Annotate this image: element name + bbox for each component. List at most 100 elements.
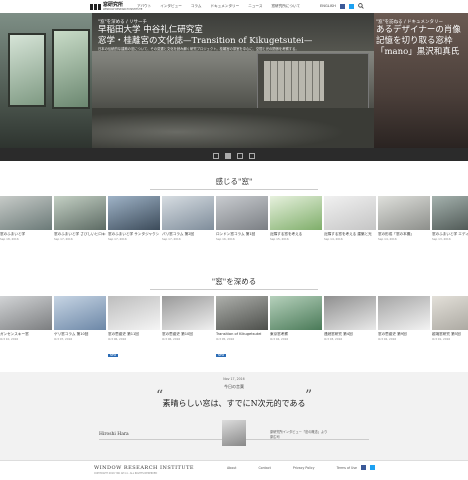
- article-thumbnail[interactable]: [216, 196, 268, 230]
- hero-slide-prev[interactable]: [0, 13, 92, 148]
- article-date: Oct 03, 2016: [324, 337, 343, 341]
- quote-source-line2: 原広司: [270, 435, 280, 439]
- hero-title-line1[interactable]: 早稲田大学 中谷礼仁研究室: [98, 25, 328, 36]
- quote-of-the-day: Nov 17, 2016 今日の言葉 “ 素晴らしい窓は、すでにN次元的である …: [0, 372, 468, 460]
- article-date: Oct 06, 2016: [162, 337, 181, 341]
- hero-slider[interactable]: "窓"を深める / リサーチ 早稲田大学 中谷礼仁研究室 窓学・桂離宮の文化誌—…: [0, 13, 468, 161]
- section-title-feel: 感じる"窓": [215, 177, 253, 186]
- footer-link-about[interactable]: About: [227, 466, 236, 470]
- article-thumbnail[interactable]: [324, 296, 376, 330]
- article-thumbnail[interactable]: [378, 196, 430, 230]
- close-quote-icon: ”: [305, 388, 313, 404]
- article-card[interactable]: Transition of Kikugetsutei Oct 05, 2016 NE…: [216, 296, 268, 360]
- card-row-feel: 窓のふまいと学Sep 18, 2016窓のふまいと学 さびしいヒロキの窓Sep …: [0, 196, 468, 241]
- slide-dot[interactable]: [225, 152, 231, 159]
- article-thumbnail[interactable]: [54, 296, 106, 330]
- article-thumbnail[interactable]: [432, 296, 468, 330]
- article-card[interactable]: 窓のふまいと学 エディットとショルの窓Sep 13, 2016: [432, 196, 468, 241]
- site-logo[interactable]: 窓研究所 WINDOW RESEARCH INSTITUTE: [90, 2, 142, 11]
- article-date: Sep 16, 2016: [216, 237, 235, 241]
- nav-item-about[interactable]: アバウト: [137, 4, 151, 9]
- article-card[interactable]: パリ窓コラム 第2回 Sep 17, 2016: [162, 196, 214, 241]
- nav-item-interview[interactable]: インタビュー: [160, 4, 182, 9]
- quote-heading: 今日の言葉: [224, 384, 244, 389]
- article-thumbnail[interactable]: [162, 296, 214, 330]
- article-thumbnail[interactable]: [108, 196, 160, 230]
- article-card[interactable]: ロンドン窓コラム 第1回 Sep 16, 2016: [216, 196, 268, 241]
- hero-title-line2[interactable]: 窓学・桂離宮の文化誌—Transition of Kikugetsutei—: [98, 36, 328, 47]
- article-card[interactable]: ガンセンスキー窓 Oct 10, 2016: [0, 296, 52, 360]
- page: 窓研究所 WINDOW RESEARCH INSTITUTE アバウト インタビ…: [0, 0, 468, 480]
- article-card[interactable]: 東京窓考察 Oct 04, 2016: [270, 296, 322, 360]
- hero-caption: "窓"を深める / リサーチ 早稲田大学 中谷礼仁研究室 窓学・桂離宮の文化誌—…: [98, 19, 328, 52]
- article-thumbnail[interactable]: [432, 196, 468, 230]
- article-date: Sep 18, 2016: [0, 237, 19, 241]
- hero-description: 日本の伝統的な建築の窓について、その変遷と文化を読み解く研究プロジェクト。桂離宮…: [98, 47, 299, 51]
- section-title-deepen: "窓"を深める: [211, 277, 257, 286]
- article-thumbnail[interactable]: [378, 296, 430, 330]
- slide-dot[interactable]: [213, 152, 219, 159]
- twitter-icon[interactable]: [348, 3, 354, 9]
- article-thumbnail[interactable]: [108, 296, 160, 330]
- new-badge: NEW: [216, 354, 227, 357]
- footer-brand[interactable]: WINDOW RESEARCH INSTITUTE: [94, 465, 194, 471]
- hero-side-title-line2[interactable]: 記憶を切り取る窓枠: [376, 36, 468, 47]
- article-thumbnail[interactable]: [324, 196, 376, 230]
- section-divider: [150, 189, 318, 190]
- article-date: Sep 17, 2016: [108, 237, 127, 241]
- article-card[interactable]: 窓の思惑史 第9回 Oct 02, 2016: [378, 296, 430, 360]
- article-card[interactable]: 窓の思惑史 第11回 Oct 06, 2016 NEW: [108, 296, 160, 360]
- article-thumbnail[interactable]: [270, 296, 322, 330]
- header-utilities: ENGLISH: [320, 3, 364, 9]
- footer-link-privacy[interactable]: Privacy Policy: [293, 466, 315, 470]
- nav-item-news[interactable]: ニュース: [248, 4, 262, 9]
- slide-dot[interactable]: [249, 152, 255, 159]
- quote-source: 原研究所インタビュー「窓の概念」より 原広司: [270, 430, 327, 440]
- article-card[interactable]: 窓の形成「窓の本棚」 Sep 14, 2016: [378, 196, 430, 241]
- article-date: Sep 17, 2016: [162, 237, 181, 241]
- twitter-icon[interactable]: [370, 465, 375, 470]
- footer-link-contact[interactable]: Contact: [258, 466, 270, 470]
- article-thumbnail[interactable]: [270, 196, 322, 230]
- nav-item-institute[interactable]: 窓研究所について: [271, 4, 300, 9]
- hero-side-title-line3[interactable]: 「mano」黒沢和真氏: [376, 47, 468, 58]
- search-icon[interactable]: [357, 3, 364, 9]
- footer-link-terms[interactable]: Terms of Use: [337, 466, 357, 470]
- article-card[interactable]: ゲリ窓コラム 第10回 Oct 07, 2016: [54, 296, 106, 360]
- facebook-icon[interactable]: [339, 3, 345, 9]
- article-card[interactable]: 連続窓研究 第4回 Oct 03, 2016: [324, 296, 376, 360]
- site-header: 窓研究所 WINDOW RESEARCH INSTITUTE アバウト インタビ…: [0, 0, 468, 14]
- article-date: Sep 14, 2016: [324, 237, 343, 241]
- nav-item-documentary[interactable]: ドキュメンタリー: [210, 4, 239, 9]
- article-card[interactable]: 近隣する窓を考える 建築と光 Sep 14, 2016: [324, 196, 376, 241]
- facebook-icon[interactable]: [361, 465, 366, 470]
- article-thumbnail[interactable]: [162, 196, 214, 230]
- footer-social: [361, 465, 375, 470]
- article-date: Oct 05, 2016: [216, 337, 235, 341]
- article-card[interactable]: 窓のふまいと学 サンタジャクショの窓Sep 17, 2016: [108, 196, 160, 241]
- section-divider: [150, 289, 318, 290]
- nav-item-column[interactable]: コラム: [191, 4, 202, 9]
- article-date: Oct 02, 2016: [378, 337, 397, 341]
- article-card[interactable]: 窓のふまいと学 Sep 18, 2016: [0, 196, 52, 241]
- article-card[interactable]: 越境窓研究 第5回 Oct 01, 2016: [432, 296, 468, 360]
- card-row-deepen: ガンセンスキー窓 Oct 10, 2016 ゲリ窓コラム 第10回 Oct 07, 2…: [0, 296, 468, 360]
- slide-dot[interactable]: [237, 152, 243, 159]
- article-date: Oct 06, 2016: [108, 337, 127, 341]
- new-badge: NEW: [108, 354, 119, 357]
- main-nav: アバウト インタビュー コラム ドキュメンタリー ニュース 窓研究所について: [137, 4, 300, 9]
- author-portrait: [222, 420, 246, 446]
- site-footer: WINDOW RESEARCH INSTITUTE COPYRIGHT 2016…: [0, 460, 468, 480]
- article-thumbnail[interactable]: [54, 196, 106, 230]
- article-thumbnail[interactable]: [216, 296, 268, 330]
- article-date: Sep 14, 2016: [378, 237, 397, 241]
- article-thumbnail[interactable]: [0, 296, 52, 330]
- article-card[interactable]: 窓のふまいと学 さびしいヒロキの窓Sep 17, 2016: [54, 196, 106, 241]
- language-switch[interactable]: ENGLISH: [320, 4, 336, 8]
- article-thumbnail[interactable]: [0, 196, 52, 230]
- footer-copyright: COPYRIGHT 2016 YKK AP Inc. ALL RIGHTS RE…: [94, 472, 158, 475]
- article-date: Oct 07, 2016: [54, 337, 73, 341]
- article-card[interactable]: 近隣する窓を考える Sep 15, 2016: [270, 196, 322, 241]
- hero-side-title-line1[interactable]: あるデザイナーの肖像: [376, 25, 468, 36]
- article-card[interactable]: 窓の思惑史 第10回 Oct 06, 2016: [162, 296, 214, 360]
